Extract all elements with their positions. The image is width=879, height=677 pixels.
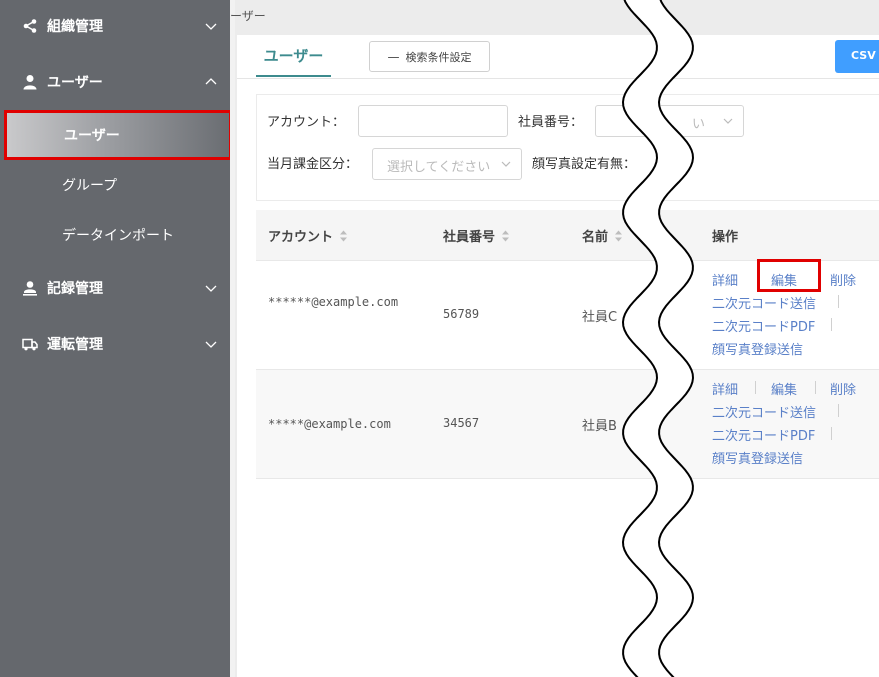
chevron-down-icon	[501, 161, 511, 167]
filter-panel: アカウント： 社員番号： い 当月課金区分： 選択してください 顔写真設定有無：	[256, 94, 879, 201]
column-employee-no[interactable]: 社員番号	[443, 226, 510, 245]
main-panel: ユーザー — 検索条件設定 CSV アカウント： 社員番号： い 当月課金区分：…	[237, 35, 879, 677]
separator	[838, 295, 839, 308]
billing-label: 当月課金区分：	[267, 157, 359, 172]
account-cell: ******@example.com	[268, 295, 399, 309]
sidebar-item-users[interactable]: ユーザー	[0, 60, 230, 104]
chevron-down-icon	[205, 341, 217, 348]
table-header: アカウント 社員番号 名前 操作	[256, 210, 879, 261]
table-row: ******@example.com 56789 社員C 詳細 編集 削除 二次…	[256, 259, 879, 370]
table-row: *****@example.com 34567 社員B 詳細 編集 削除 二次元…	[256, 370, 879, 479]
column-label: 名前	[582, 230, 609, 245]
search-conditions-button[interactable]: — 検索条件設定	[369, 41, 490, 72]
truck-icon	[22, 338, 38, 351]
account-label: アカウント：	[267, 115, 346, 130]
sidebar-item-records[interactable]: 記録管理	[0, 266, 230, 310]
send-qr-link[interactable]: 二次元コード送信	[712, 293, 816, 312]
sidebar-subitem-label: データインポート	[62, 228, 174, 244]
employee-no-cell: 56789	[443, 307, 480, 321]
delete-link[interactable]: 削除	[830, 379, 856, 398]
sidebar-item-label: 組織管理	[47, 19, 103, 35]
search-conditions-label: 検索条件設定	[405, 50, 472, 64]
column-label: 操作	[712, 230, 739, 245]
sidebar-item-label: 運転管理	[47, 337, 103, 353]
employee-no-placeholder: い	[692, 117, 706, 132]
employee-no-select[interactable]: い	[595, 105, 744, 137]
breadcrumb: ーザー	[230, 9, 266, 23]
separator	[755, 381, 756, 394]
billing-placeholder: 選択してください	[387, 160, 491, 175]
edit-link[interactable]: 編集	[771, 379, 797, 398]
sort-icon	[502, 230, 510, 241]
sidebar-item-driving[interactable]: 運転管理	[0, 322, 230, 366]
billing-select[interactable]: 選択してください	[372, 148, 522, 180]
person-badge-icon	[23, 281, 37, 296]
sidebar-item-label: ユーザー	[47, 75, 103, 91]
sort-icon	[340, 230, 348, 241]
sidebar-item-label: 記録管理	[47, 281, 103, 297]
tabs-divider	[237, 78, 879, 79]
chevron-down-icon	[723, 118, 733, 124]
qr-pdf-link[interactable]: 二次元コードPDF	[712, 425, 815, 444]
share-icon	[23, 19, 37, 33]
employee-no-cell: 34567	[443, 416, 480, 430]
column-label: アカウント	[268, 230, 334, 245]
sidebar-subitem-users[interactable]: ユーザー	[4, 110, 232, 160]
detail-link[interactable]: 詳細	[712, 270, 738, 289]
column-account[interactable]: アカウント	[268, 226, 348, 245]
chevron-up-icon	[205, 78, 217, 85]
separator	[838, 404, 839, 417]
sidebar-subitem-data-import[interactable]: データインポート	[0, 213, 230, 257]
name-cell: 社員B	[582, 419, 617, 434]
person-icon	[23, 75, 37, 90]
send-qr-link[interactable]: 二次元コード送信	[712, 402, 816, 421]
name-cell: 社員C	[582, 310, 618, 325]
delete-link[interactable]: 削除	[830, 270, 856, 289]
tab-users[interactable]: ユーザー	[256, 45, 331, 77]
edit-link[interactable]: 編集	[771, 270, 797, 289]
minus-icon: —	[387, 49, 400, 64]
sidebar: 組織管理 ユーザー ユーザー グループ データインポート 記録管理 運転管理	[0, 0, 232, 677]
actions-cell: 詳細 編集 削除 二次元コード送信 二次元コードPDF 顔写真登録送信	[712, 376, 872, 468]
sidebar-item-organization[interactable]: 組織管理	[0, 4, 230, 48]
separator	[831, 318, 832, 331]
sidebar-subitem-label: グループ	[62, 178, 118, 194]
sort-icon	[615, 230, 623, 241]
separator	[815, 381, 816, 394]
actions-cell: 詳細 編集 削除 二次元コード送信 二次元コードPDF 顔写真登録送信	[712, 259, 872, 359]
chevron-down-icon	[205, 23, 217, 30]
employee-no-label: 社員番号：	[518, 115, 584, 130]
column-name[interactable]: 名前	[582, 226, 623, 245]
detail-link[interactable]: 詳細	[712, 379, 738, 398]
send-face-registration-link[interactable]: 顔写真登録送信	[712, 448, 803, 467]
sidebar-edge	[230, 0, 235, 677]
account-input[interactable]	[358, 105, 508, 137]
chevron-down-icon	[205, 285, 217, 292]
sidebar-subitem-label: ユーザー	[64, 128, 120, 144]
account-cell: *****@example.com	[268, 417, 391, 431]
sidebar-subitem-groups[interactable]: グループ	[0, 163, 230, 207]
send-face-registration-link[interactable]: 顔写真登録送信	[712, 339, 803, 358]
column-label: 社員番号	[443, 230, 496, 245]
qr-pdf-link[interactable]: 二次元コードPDF	[712, 316, 815, 335]
column-actions: 操作	[712, 226, 738, 245]
csv-button[interactable]: CSV	[835, 40, 879, 73]
face-photo-label: 顔写真設定有無：	[532, 157, 637, 172]
separator	[831, 427, 832, 440]
